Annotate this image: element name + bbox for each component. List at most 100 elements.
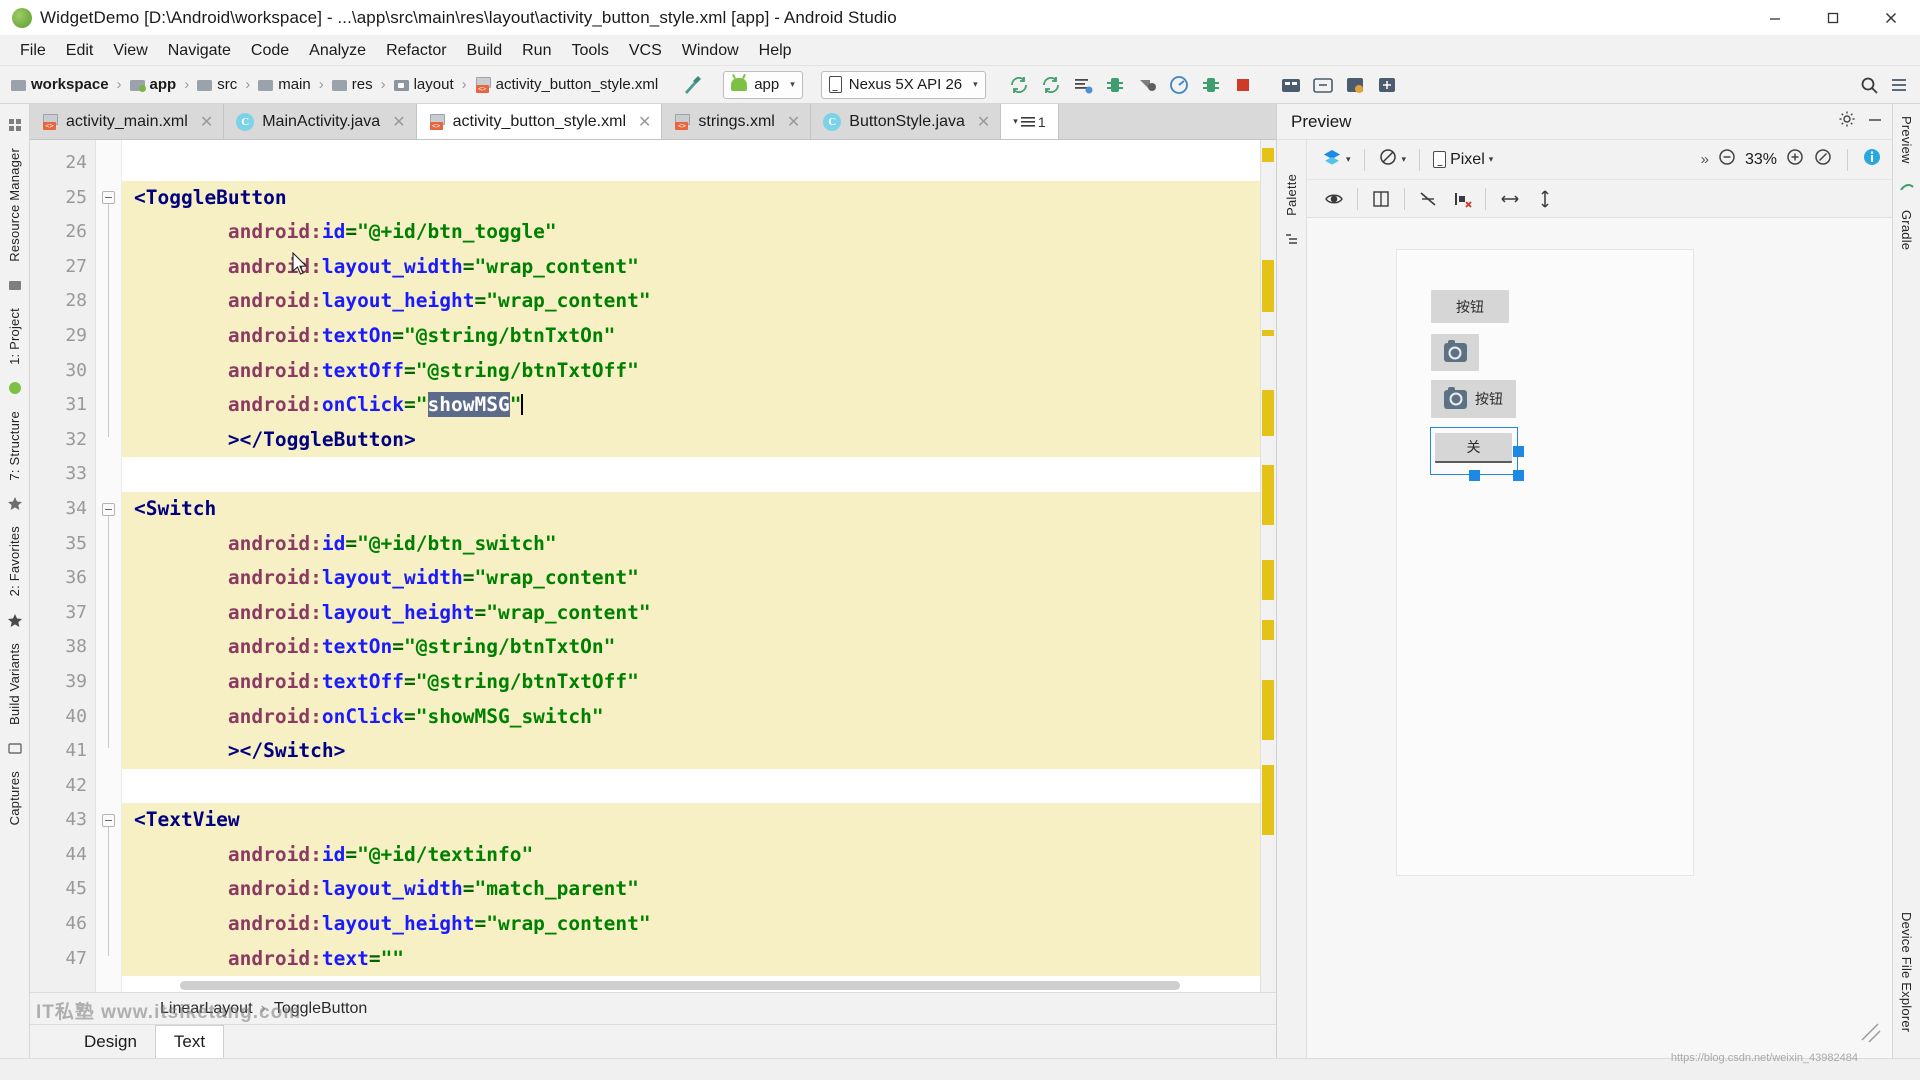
breadcrumb-togglebutton[interactable]: ToggleButton [274, 1000, 367, 1018]
constraints-off-icon[interactable] [1411, 183, 1445, 215]
blueprint-icon[interactable] [1364, 183, 1398, 215]
code-line[interactable]: ></ToggleButton> [122, 423, 1276, 458]
layout-inspector-icon[interactable] [1308, 70, 1338, 100]
code-line[interactable] [122, 769, 1276, 804]
code-fold-toggle[interactable] [102, 814, 115, 827]
preview-canvas[interactable]: 按钮 按钮 关 [1307, 218, 1892, 1058]
code-line[interactable]: android:textOff="@string/btnTxtOff" [122, 354, 1276, 389]
avd-manager-icon[interactable] [1068, 70, 1098, 100]
vertical-align-icon[interactable] [1528, 183, 1562, 215]
gradle-icon[interactable] [1896, 176, 1918, 198]
menu-file[interactable]: File [10, 40, 56, 62]
project-icon[interactable] [4, 274, 26, 296]
code-line[interactable] [122, 457, 1276, 492]
info-icon[interactable] [1862, 147, 1882, 172]
code-editor[interactable]: 2425262728293031323334353637383940414243… [30, 140, 1276, 992]
close-icon[interactable]: ✕ [634, 112, 651, 132]
menu-analyze[interactable]: Analyze [299, 40, 376, 62]
sidebar-item-captures[interactable]: Captures [7, 765, 22, 831]
code-line[interactable]: <ToggleButton [122, 181, 1276, 216]
preview-button-text[interactable]: 按钮 [1431, 290, 1509, 323]
code-line[interactable]: android:id="@+id/btn_switch" [122, 527, 1276, 562]
code-line[interactable]: android:onClick="showMSG" [122, 388, 1276, 423]
tab-activity-main-xml[interactable]: activity_main.xml ✕ [30, 104, 224, 139]
tab-mainactivity-java[interactable]: C MainActivity.java ✕ [224, 104, 416, 139]
code-line[interactable]: android:layout_width="match_parent" [122, 872, 1276, 907]
sync-gradle-icon[interactable] [1036, 70, 1066, 100]
code-line[interactable]: android:layout_width="wrap_content" [122, 561, 1276, 596]
tab-strings-xml[interactable]: strings.xml ✕ [662, 104, 811, 139]
tab-activity-button-style-xml[interactable]: activity_button_style.xml ✕ [417, 104, 663, 139]
device-button[interactable]: Pixel ▾ [1426, 144, 1500, 176]
code-line[interactable]: <Switch [122, 492, 1276, 527]
menu-tools[interactable]: Tools [561, 40, 618, 62]
orientation-button[interactable]: ▾ [1371, 144, 1414, 176]
breadcrumb-src[interactable]: src [194, 74, 240, 95]
code-line[interactable] [122, 146, 1276, 181]
preview-image-text-button[interactable]: 按钮 [1431, 380, 1516, 418]
code-content[interactable]: <ToggleButton android:id="@+id/btn_toggl… [122, 140, 1276, 992]
close-icon[interactable]: ✕ [783, 112, 800, 132]
zoom-in-icon[interactable] [1785, 147, 1805, 172]
breadcrumb-layout[interactable]: layout [391, 74, 457, 95]
toolbar-overflow-icon[interactable]: » [1701, 151, 1709, 168]
menu-help[interactable]: Help [749, 40, 802, 62]
sidebar-item-structure[interactable]: 7: Structure [7, 405, 22, 487]
project-structure-icon[interactable] [1372, 70, 1402, 100]
code-line[interactable]: android:layout_height="wrap_content" [122, 596, 1276, 631]
make-project-button[interactable] [679, 72, 705, 98]
horizontal-scrollbar[interactable] [180, 981, 1180, 990]
minimize-icon[interactable] [1866, 110, 1884, 133]
menu-window[interactable]: Window [672, 40, 749, 62]
minimize-button[interactable] [1746, 0, 1804, 36]
device-file-explorer-icon[interactable] [1276, 70, 1306, 100]
code-fold-toggle[interactable] [102, 503, 115, 516]
close-icon[interactable]: ✕ [196, 112, 213, 132]
close-icon[interactable]: ✕ [973, 112, 990, 132]
sync-project-icon[interactable] [1004, 70, 1034, 100]
editor-marker-bar[interactable] [1260, 140, 1276, 992]
zoom-out-icon[interactable] [1717, 147, 1737, 172]
menu-refactor[interactable]: Refactor [376, 40, 456, 62]
device-selector[interactable]: Nexus 5X API 26 ▾ [821, 71, 986, 99]
breadcrumb-res[interactable]: res [329, 74, 376, 95]
resize-handle-right[interactable] [1513, 446, 1524, 457]
menu-build[interactable]: Build [457, 40, 513, 62]
android-project-icon[interactable] [4, 377, 26, 399]
code-line[interactable]: android:text="" [122, 942, 1276, 977]
code-line[interactable]: <TextView [122, 803, 1276, 838]
layers-button[interactable]: ▾ [1315, 144, 1358, 176]
close-icon[interactable]: ✕ [388, 112, 405, 132]
maximize-button[interactable] [1804, 0, 1862, 36]
rail-item-gradle[interactable]: Gradle [1899, 204, 1914, 256]
debug-icon[interactable] [1132, 70, 1162, 100]
breadcrumb-main[interactable]: main [255, 74, 314, 95]
resize-handle-corner[interactable] [1513, 470, 1524, 481]
code-line[interactable]: ></Switch> [122, 734, 1276, 769]
code-line[interactable]: android:textOn="@string/btnTxtOn" [122, 630, 1276, 665]
code-line[interactable]: android:textOff="@string/btnTxtOff" [122, 665, 1276, 700]
tab-buttonstyle-java[interactable]: C ButtonStyle.java ✕ [811, 104, 1001, 139]
breadcrumb-app[interactable]: app [127, 74, 180, 95]
captures-icon[interactable] [4, 737, 26, 759]
menu-code[interactable]: Code [241, 40, 299, 62]
run-configuration-selector[interactable]: app ▾ [723, 71, 803, 99]
menu-edit[interactable]: Edit [56, 40, 104, 62]
breadcrumb-file[interactable]: activity_button_style.xml [472, 74, 662, 95]
palette-label[interactable]: Palette [1284, 168, 1299, 222]
code-line[interactable]: android:onClick="showMSG_switch" [122, 700, 1276, 735]
code-line[interactable]: android:textOn="@string/btnTxtOn" [122, 319, 1276, 354]
clear-constraints-icon[interactable] [1445, 183, 1479, 215]
menu-vcs[interactable]: VCS [619, 40, 672, 62]
sidebar-item-favorites[interactable]: 2: Favorites [7, 520, 22, 602]
menu-navigate[interactable]: Navigate [158, 40, 241, 62]
resource-manager-icon[interactable] [4, 114, 26, 136]
breadcrumb-workspace[interactable]: workspace [8, 74, 112, 95]
sidebar-item-project[interactable]: 1: Project [7, 302, 22, 371]
code-line[interactable]: android:id="@+id/textinfo" [122, 838, 1276, 873]
search-icon[interactable] [1854, 70, 1884, 100]
code-fold-column[interactable] [96, 140, 122, 992]
code-line[interactable]: android:id="@+id/btn_toggle" [122, 215, 1276, 250]
gear-icon[interactable] [1838, 110, 1856, 133]
menu-icon[interactable] [1884, 70, 1914, 100]
